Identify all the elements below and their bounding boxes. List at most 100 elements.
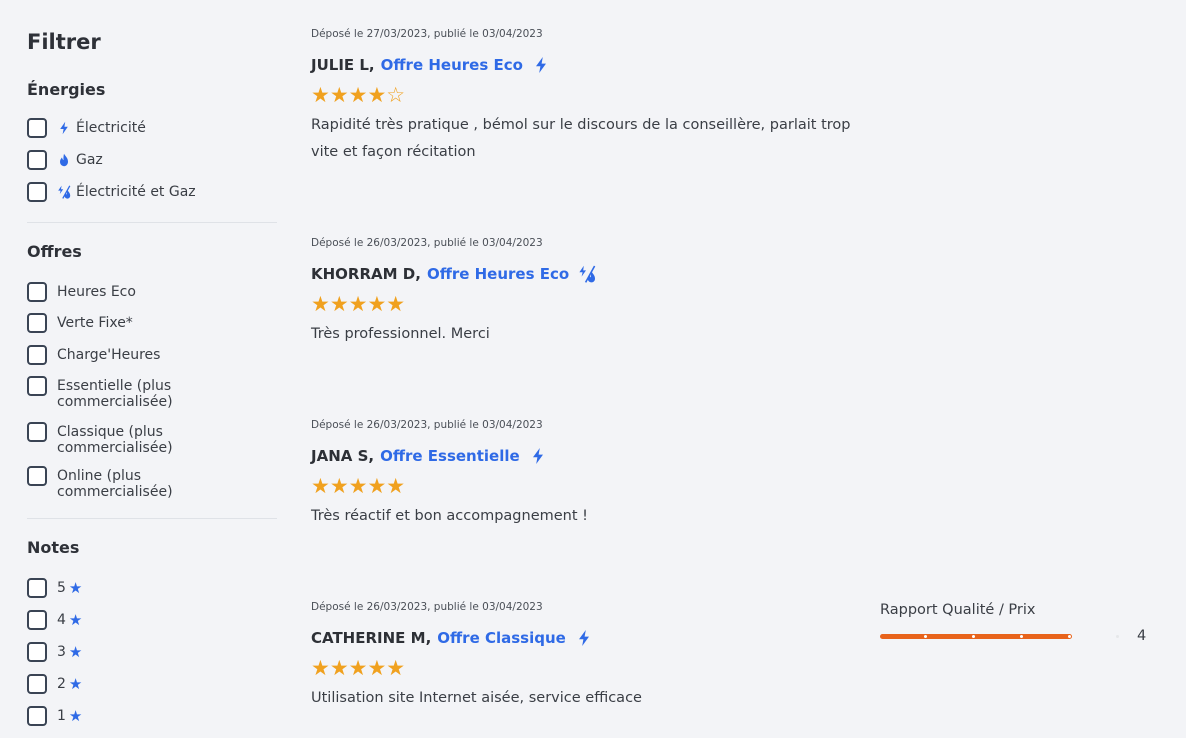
checkbox[interactable] <box>27 610 47 630</box>
rating-detail-value: 4 <box>1137 628 1147 644</box>
filter-option-label: Essentielle (plus commercialisée) <box>57 378 173 410</box>
checkbox[interactable] <box>27 150 47 170</box>
energies-title: Énergies <box>27 80 106 99</box>
notes-section: Notes 5 ★ 4 ★ 3 ★ 2 ★ 1 ★ <box>27 538 277 726</box>
filter-option-label: 1 <box>57 708 66 724</box>
filter-sidebar: Filtrer Énergies Électricité Gaz Électri… <box>27 30 277 726</box>
bolt-icon <box>532 448 543 464</box>
rating-bar-tick <box>972 635 975 638</box>
review-comment: Utilisation site Internet aisée, service… <box>311 690 642 706</box>
filter-option-label: Verte Fixe* <box>57 315 133 331</box>
filter-option-label-line1: Online (plus <box>57 468 142 484</box>
checkbox[interactable] <box>27 182 47 202</box>
filter-option-classique[interactable]: Classique (plus commercialisée) <box>27 422 173 456</box>
review-date: Déposé le 27/03/2023, publié le 03/04/20… <box>311 28 543 40</box>
rating-detail-label: Rapport Qualité / Prix <box>880 602 1036 618</box>
review-offer-link[interactable]: Offre Heures Eco <box>381 56 523 74</box>
review-offer-link[interactable]: Offre Heures Eco <box>427 265 569 283</box>
filter-option-note-5[interactable]: 5 ★ <box>27 578 83 598</box>
filter-option-label-line2: commercialisée) <box>57 484 173 500</box>
review-comment: Rapidité très pratique , bémol sur le di… <box>311 117 851 160</box>
filter-option-label-line2: commercialisée) <box>57 394 173 410</box>
checkbox[interactable] <box>27 282 47 302</box>
energies-section: Énergies Électricité Gaz Électricité et … <box>27 80 277 202</box>
review-header: KHORRAM D, Offre Heures Eco <box>311 265 871 283</box>
checkbox[interactable] <box>27 674 47 694</box>
checkbox[interactable] <box>27 642 47 662</box>
rating-bar-tick <box>1020 635 1023 638</box>
filter-option-heures-eco[interactable]: Heures Eco <box>27 282 136 302</box>
rating-stars: ★★★★★ <box>311 292 406 316</box>
filter-option-online[interactable]: Online (plus commercialisée) <box>27 466 173 500</box>
rating-bar-fill <box>880 634 1072 639</box>
rating-bar <box>880 634 1120 639</box>
review-card: Déposé le 26/03/2023, publié le 03/04/20… <box>311 601 871 712</box>
checkbox[interactable] <box>27 578 47 598</box>
filter-option-verte-fixe[interactable]: Verte Fixe* <box>27 313 133 333</box>
divider <box>27 222 277 223</box>
review-date: Déposé le 26/03/2023, publié le 03/04/20… <box>311 419 543 431</box>
review-offer-link[interactable]: Offre Classique <box>437 629 566 647</box>
checkbox[interactable] <box>27 376 47 396</box>
review-author: KHORRAM D, <box>311 265 421 283</box>
rating-stars: ★★★★☆ <box>311 83 406 107</box>
bolt-icon <box>578 630 589 646</box>
review-card: Déposé le 27/03/2023, publié le 03/04/20… <box>311 28 871 166</box>
filter-option-label: Gaz <box>76 152 103 168</box>
bolt-icon <box>535 57 546 73</box>
review-author: CATHERINE M, <box>311 629 432 647</box>
review-offer-link[interactable]: Offre Essentielle <box>380 447 520 465</box>
rating-detail: Rapport Qualité / Prix 4 <box>880 602 1155 644</box>
review-comment: Très réactif et bon accompagnement ! <box>311 508 588 524</box>
filter-title: Filtrer <box>27 30 101 54</box>
review-header: CATHERINE M, Offre Classique <box>311 629 871 647</box>
filter-option-label: Charge'Heures <box>57 347 161 363</box>
checkbox[interactable] <box>27 422 47 442</box>
review-author: JANA S, <box>311 447 375 465</box>
bolt-flame-icon <box>579 265 596 283</box>
filter-option-note-3[interactable]: 3 ★ <box>27 642 82 662</box>
notes-title: Notes <box>27 538 80 557</box>
bolt-icon <box>60 121 68 135</box>
filter-option-electricite[interactable]: Électricité <box>27 118 146 138</box>
filter-option-essentielle[interactable]: Essentielle (plus commercialisée) <box>27 376 173 410</box>
filter-option-gaz[interactable]: Gaz <box>27 150 103 170</box>
review-comment: Très professionnel. Merci <box>311 326 490 342</box>
filter-option-label: 2 <box>57 676 66 692</box>
rating-bar-tick <box>1116 635 1119 638</box>
rating-bar-tick <box>1068 635 1071 638</box>
filter-option-label-line2: commercialisée) <box>57 440 173 456</box>
star-icon: ★ <box>68 579 83 597</box>
rating-stars: ★★★★★ <box>311 474 406 498</box>
checkbox[interactable] <box>27 706 47 726</box>
filter-option-electricite-et-gaz[interactable]: Électricité et Gaz <box>27 182 196 202</box>
filter-option-label: Électricité et Gaz <box>76 184 196 200</box>
divider <box>27 518 277 519</box>
filter-option-label-line1: Classique (plus <box>57 424 163 440</box>
checkbox[interactable] <box>27 466 47 486</box>
filter-option-label: 3 <box>57 644 66 660</box>
flame-icon <box>60 153 68 167</box>
filter-option-note-1[interactable]: 1 ★ <box>27 706 83 726</box>
filter-option-label: 5 <box>57 580 66 596</box>
filter-option-label: Heures Eco <box>57 284 136 300</box>
filter-option-note-2[interactable]: 2 ★ <box>27 674 83 694</box>
filter-option-label: Électricité <box>76 120 146 136</box>
filter-option-label: Classique (plus commercialisée) <box>57 424 173 456</box>
review-author: JULIE L, <box>311 56 375 74</box>
rating-stars: ★★★★★ <box>311 656 406 680</box>
filter-option-note-4[interactable]: 4 ★ <box>27 610 82 630</box>
page: Filtrer Énergies Électricité Gaz Électri… <box>0 0 1186 738</box>
checkbox[interactable] <box>27 313 47 333</box>
checkbox[interactable] <box>27 118 47 138</box>
filter-option-label: Online (plus commercialisée) <box>57 468 173 500</box>
star-icon: ★ <box>68 675 83 693</box>
bolt-flame-icon <box>58 185 71 199</box>
offres-title: Offres <box>27 242 82 261</box>
checkbox[interactable] <box>27 345 47 365</box>
filter-option-label: 4 <box>57 612 66 628</box>
filter-option-charge-heures[interactable]: Charge'Heures <box>27 345 161 365</box>
review-date: Déposé le 26/03/2023, publié le 03/04/20… <box>311 237 543 249</box>
star-icon: ★ <box>68 707 83 725</box>
offres-section: Offres Heures Eco Verte Fixe* Charge'Heu… <box>27 242 277 500</box>
